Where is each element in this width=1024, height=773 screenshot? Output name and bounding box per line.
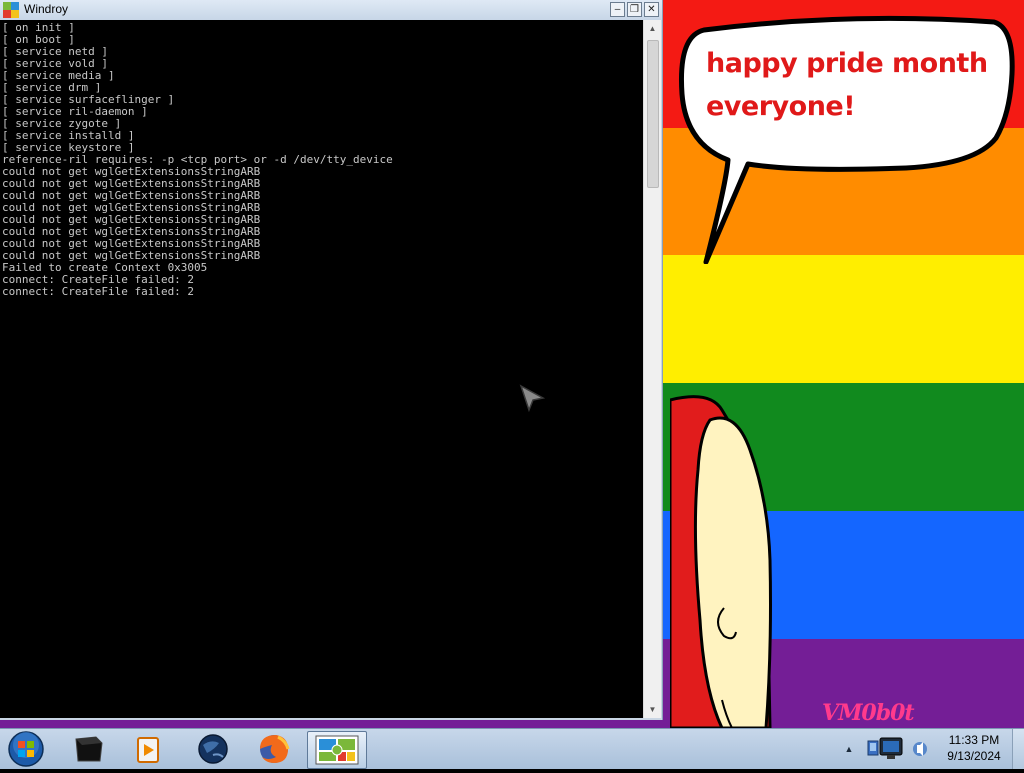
- taskbar-clock[interactable]: 11:33 PM 9/13/2024: [938, 732, 1010, 764]
- close-icon: ✕: [647, 4, 656, 15]
- window-title: Windroy: [24, 2, 69, 16]
- windroy-icon: [3, 2, 19, 18]
- window-titlebar[interactable]: Windroy – ❐ ✕: [0, 0, 662, 20]
- volume-icon[interactable]: [913, 742, 927, 756]
- scroll-thumb[interactable]: [647, 40, 659, 188]
- globe-browser-icon: [198, 734, 228, 764]
- vertical-scrollbar[interactable]: ▲ ▼: [643, 20, 661, 718]
- console-line: connect: CreateFile failed: 2: [2, 285, 195, 298]
- minimize-button[interactable]: –: [610, 2, 625, 17]
- restore-icon: ❐: [630, 4, 639, 15]
- mouse-cursor-icon: [519, 384, 545, 412]
- scroll-down-arrow-icon[interactable]: ▼: [644, 701, 661, 718]
- restore-button[interactable]: ❐: [627, 2, 642, 17]
- minimize-icon: –: [614, 4, 621, 15]
- network-icon[interactable]: [867, 740, 879, 756]
- signature: VM0b0t: [822, 700, 915, 726]
- scroll-up-arrow-icon[interactable]: ▲: [644, 20, 661, 37]
- taskbar: ▲ 11:33 PM 9/13/2024: [0, 728, 1024, 769]
- system-tray: [862, 733, 938, 765]
- media-player-icon: [137, 737, 159, 763]
- clock-date: 9/13/2024: [947, 749, 1001, 763]
- show-desktop-button[interactable]: [1012, 729, 1024, 769]
- bubble-text: happy pride month everyone!: [706, 48, 988, 122]
- computer-icon[interactable]: [879, 737, 903, 759]
- taskbar-app-media-player[interactable]: [122, 731, 174, 767]
- windroy-icon: [315, 735, 359, 765]
- tray-icon-group: [867, 737, 927, 759]
- close-button[interactable]: ✕: [644, 2, 659, 17]
- taskbar-app-console[interactable]: [62, 731, 114, 767]
- up-arrow-icon: ▲: [844, 744, 854, 754]
- taskbar-app-firefox[interactable]: [248, 731, 300, 767]
- start-button[interactable]: [6, 730, 46, 768]
- taskbar-app-windroy[interactable]: [307, 731, 367, 769]
- console-app-icon: [75, 736, 103, 762]
- tray-show-hidden-button[interactable]: ▲: [842, 737, 856, 761]
- drawn-figure: [670, 395, 772, 728]
- windows-start-orb-icon: [8, 731, 44, 767]
- console-text: [ on init ][ on boot ][ service netd ][ …: [2, 22, 393, 298]
- console-output[interactable]: [ on init ][ on boot ][ service netd ][ …: [0, 20, 643, 718]
- firefox-icon: [260, 735, 290, 763]
- console-window[interactable]: Windroy – ❐ ✕ [ on init ][ on boot ][ se…: [0, 0, 663, 720]
- clock-time: 11:33 PM: [948, 733, 1000, 747]
- taskbar-app-globe[interactable]: [187, 731, 239, 767]
